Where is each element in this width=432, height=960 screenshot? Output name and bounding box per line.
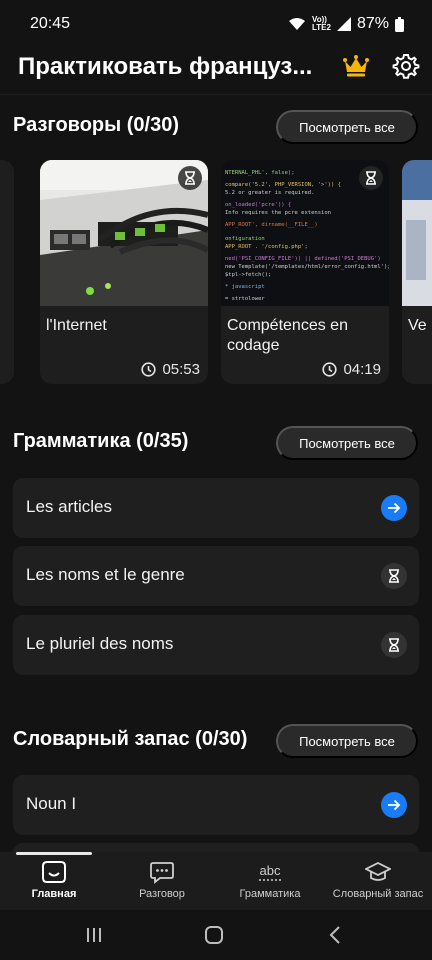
home-icon — [42, 861, 66, 883]
svg-text:Info requires the pcre extensi: Info requires the pcre extension — [225, 210, 331, 216]
list-item-label: Le pluriel des noms — [26, 634, 174, 653]
home-button-icon[interactable] — [202, 924, 226, 946]
svg-text:onfiguration: onfiguration — [225, 236, 265, 242]
conversation-card-partial-right[interactable]: Ve — [402, 160, 432, 384]
tab-vocabulary[interactable]: Словарный запас — [324, 852, 432, 910]
gear-icon[interactable] — [392, 52, 420, 80]
chat-icon — [150, 862, 174, 884]
arrow-right-icon[interactable] — [381, 495, 407, 521]
grammar-view-all-button[interactable]: Посмотреть все — [276, 426, 418, 460]
grammar-section-header: Грамматика (0/35) Посмотреть все — [0, 426, 432, 462]
hourglass-icon — [381, 632, 407, 658]
svg-text:ned('PSI_CONFIG_FILE')) || def: ned('PSI_CONFIG_FILE')) || defined('PSI_… — [225, 256, 381, 262]
card-title: Ve — [408, 317, 427, 334]
back-icon[interactable] — [324, 924, 348, 946]
grammar-item-les-articles[interactable]: Les articles — [13, 478, 419, 538]
wifi-icon — [289, 18, 305, 30]
svg-text:abc: abc — [260, 863, 281, 878]
svg-text:= strtolower: = strtolower — [225, 296, 265, 302]
signal-icon — [336, 17, 351, 31]
svg-text:on_loaded('pcre')) {: on_loaded('pcre')) { — [225, 202, 291, 208]
recent-apps-icon[interactable] — [82, 924, 106, 946]
system-navigation-bar — [0, 910, 432, 960]
status-time: 20:45 — [30, 15, 71, 32]
conversations-view-all-button[interactable]: Посмотреть все — [276, 110, 418, 144]
header-divider — [0, 94, 432, 95]
svg-text:* javascript: * javascript — [225, 284, 265, 290]
card-title: l'Internet — [46, 317, 107, 334]
conversation-card-partial-left[interactable] — [0, 160, 14, 384]
conversations-title: Разговоры (0/30) — [13, 114, 180, 136]
tab-grammar[interactable]: abc Грамматика — [216, 852, 324, 910]
app-header: Практиковать француз... — [0, 48, 432, 88]
svg-text:$tpl->fetch();: $tpl->fetch(); — [225, 272, 271, 278]
hourglass-icon — [178, 166, 202, 190]
grammar-title: Грамматика (0/35) — [13, 430, 189, 452]
vocabulary-item-noun-i[interactable]: Noun I — [13, 775, 419, 835]
card-duration: 04:19 — [322, 361, 381, 378]
svg-text:5.2 or greater is required.: 5.2 or greater is required. — [225, 190, 314, 196]
vocabulary-title: Словарный запас (0/30) — [13, 728, 248, 750]
tab-home[interactable]: Главная — [0, 852, 108, 910]
conversation-card-coding[interactable]: NTERNAL_PHL', false); compare('5.2', PHP… — [221, 160, 389, 384]
grammar-item-le-pluriel-des-noms[interactable]: Le pluriel des noms — [13, 615, 419, 675]
card-image-partial — [402, 160, 432, 306]
list-item-label: Les noms et le genre — [26, 565, 185, 584]
crown-icon[interactable] — [343, 54, 369, 78]
card-duration: 05:53 — [141, 361, 200, 378]
hourglass-icon — [359, 166, 383, 190]
svg-text:new Template('/templates/html/: new Template('/templates/html/error_conf… — [225, 264, 389, 270]
svg-text:APP_ROOT', dirname(__FILE__): APP_ROOT', dirname(__FILE__) — [225, 222, 318, 228]
battery-icon — [395, 16, 404, 32]
graduation-cap-icon — [365, 861, 391, 881]
vocabulary-view-all-button[interactable]: Посмотреть все — [276, 724, 418, 758]
page-title: Практиковать француз... — [18, 53, 313, 80]
abc-icon: abc — [259, 863, 281, 881]
card-title: Compétences en codage — [227, 317, 348, 354]
hourglass-icon — [381, 563, 407, 589]
conversations-section-header: Разговоры (0/30) Посмотреть все — [0, 110, 432, 146]
conversations-carousel[interactable]: l'Internet 05:53 NTERNAL_PHL', false); c… — [0, 160, 432, 386]
status-icons: Vo)) LTE2 87% — [288, 15, 404, 33]
svg-text:APP_ROOT . '/config.php';: APP_ROOT . '/config.php'; — [225, 244, 308, 250]
conversation-card-internet[interactable]: l'Internet 05:53 — [40, 160, 208, 384]
list-item-label: Les articles — [26, 497, 112, 516]
list-item-label: Noun I — [26, 794, 77, 813]
clock-icon — [322, 362, 338, 377]
network-indicator: Vo)) LTE2 — [312, 15, 331, 32]
battery-percent: 87% — [356, 15, 389, 32]
svg-text:compare('5.2', PHP_VERSION, '>: compare('5.2', PHP_VERSION, '>')) { — [225, 182, 341, 188]
arrow-right-icon[interactable] — [381, 792, 407, 818]
tab-conversation[interactable]: Разговор — [108, 852, 216, 910]
bottom-navigation: Главная Разговор abc Грамматика Словарны… — [0, 852, 432, 910]
clock-icon — [141, 362, 157, 377]
svg-text:NTERNAL_PHL', false);: NTERNAL_PHL', false); — [225, 170, 295, 176]
vocabulary-section-header: Словарный запас (0/30) Посмотреть все — [0, 724, 432, 760]
grammar-item-les-noms-et-le-genre[interactable]: Les noms et le genre — [13, 546, 419, 606]
status-bar: 20:45 Vo)) LTE2 87% — [0, 0, 432, 48]
tab-label: Словарный запас — [332, 888, 424, 900]
